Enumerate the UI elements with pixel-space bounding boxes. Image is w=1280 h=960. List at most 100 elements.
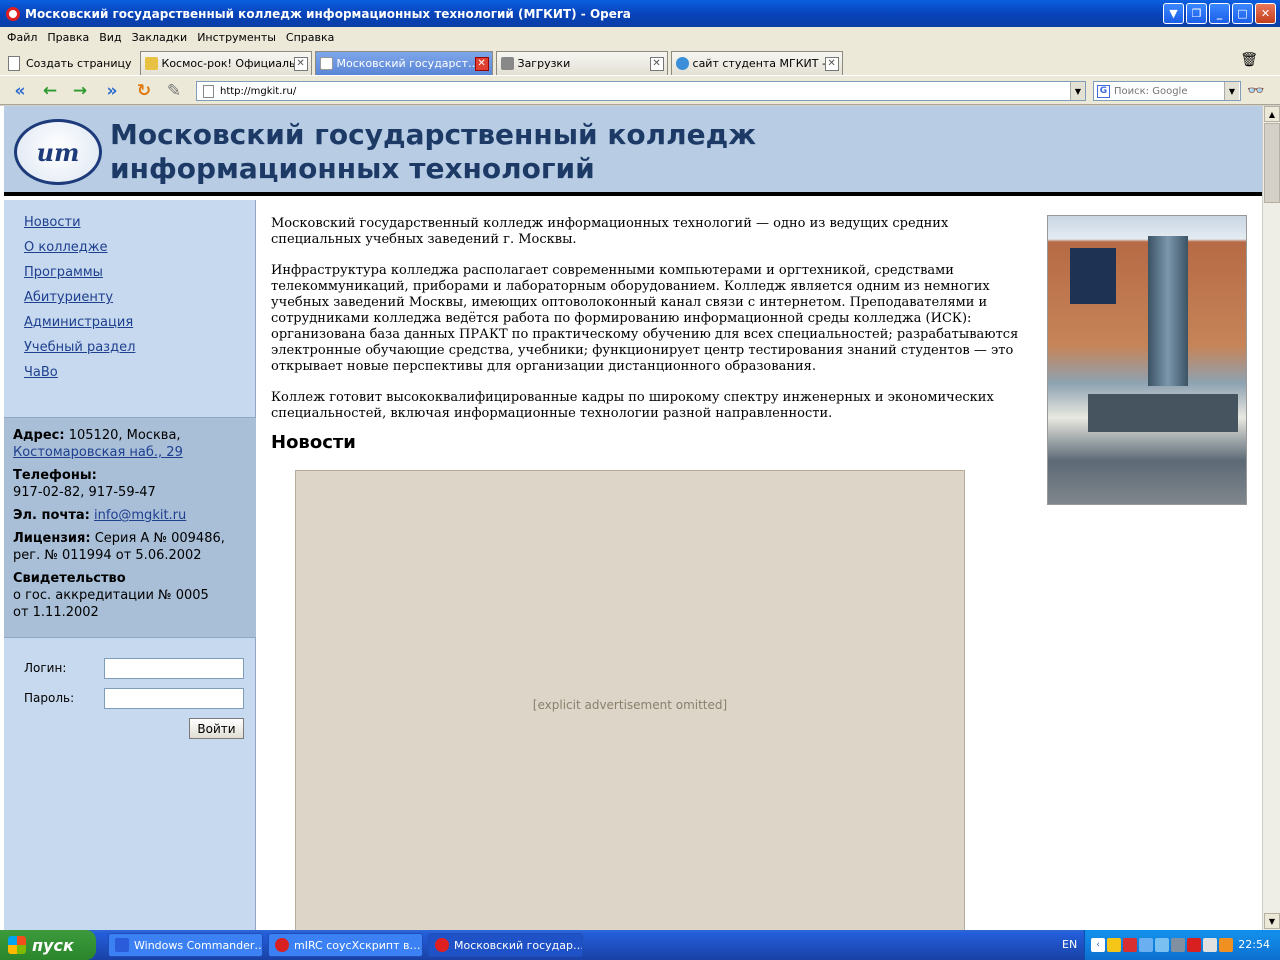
back-icon[interactable]: ← [38, 80, 62, 102]
nav-study-section[interactable]: Учебный раздел [24, 335, 135, 360]
task-opera[interactable]: Московский государ… [428, 933, 583, 957]
tray-app-icon[interactable] [1219, 938, 1233, 952]
glasses-icon[interactable]: 👓 [1247, 83, 1264, 99]
college-logo[interactable]: ит [14, 119, 102, 185]
search-dropdown-icon[interactable]: ▼ [1224, 82, 1239, 100]
main-content: Московский государственный колледж инфор… [271, 216, 1031, 453]
new-page-button[interactable]: Создать страницу [4, 51, 140, 75]
certificate-date: от 1.11.2002 [13, 605, 99, 620]
window-titlebar[interactable]: Московский государственный колледж инфор… [0, 0, 1280, 27]
ati-icon[interactable] [1187, 938, 1201, 952]
maximize-button[interactable]: □ [1232, 3, 1253, 24]
email-link[interactable]: info@mgkit.ru [94, 508, 186, 523]
navigation-bar: « ← → » ↻ ✎ http://mgkit.ru/ ▼ G ▼ 👓 [0, 75, 1280, 105]
nav-faq[interactable]: ЧаВо [24, 360, 135, 385]
google-icon: G [1097, 84, 1110, 98]
certificate-label: Свидетельство [13, 571, 126, 586]
license-label: Лицензия: [13, 531, 91, 546]
task-label: Windows Commander… [134, 938, 263, 952]
address-block: Адрес: 105120, Москва, Костомаровская на… [13, 427, 256, 461]
restore-button[interactable]: ❐ [1186, 3, 1207, 24]
tab-kosmos-rock[interactable]: Космос-рок! Официаль… ✕ [139, 51, 312, 75]
close-button[interactable]: ✕ [1255, 3, 1276, 24]
trash-icon[interactable]: 🗑 [1240, 52, 1258, 68]
tab-downloads[interactable]: Загрузки ✕ [495, 51, 668, 75]
downloads-icon [500, 57, 514, 70]
tab-close-icon[interactable]: ✕ [474, 57, 489, 71]
menu-edit[interactable]: Правка [42, 31, 94, 44]
nav-programs[interactable]: Программы [24, 260, 135, 285]
search-box[interactable]: G ▼ [1093, 81, 1241, 101]
system-tray: ‹ 22:54 [1084, 930, 1280, 960]
address-bar[interactable]: http://mgkit.ru/ ▼ [196, 81, 1086, 101]
page-viewport: ит Московский государственный колледж ин… [0, 106, 1280, 930]
login-button[interactable]: Войти [189, 718, 244, 739]
news-heading: Новости [271, 432, 356, 453]
language-indicator[interactable]: EN [1062, 938, 1077, 951]
scroll-thumb[interactable] [1264, 123, 1280, 203]
address-label: Адрес: [13, 428, 65, 443]
menu-file[interactable]: Файл [2, 31, 42, 44]
tab-close-icon[interactable]: ✕ [824, 57, 839, 71]
sidebar: Новости О колледже Программы Абитуриенту… [4, 200, 256, 930]
tab-close-icon[interactable]: ✕ [293, 57, 308, 71]
address-link[interactable]: Костомаровская наб., 29 [13, 445, 183, 460]
phones-value: 917-02-82, 917-59-47 [13, 485, 156, 500]
menu-view[interactable]: Вид [94, 31, 126, 44]
rewind-icon[interactable]: « [8, 80, 32, 102]
tab-mgkit[interactable]: Московский государст… ✕ [314, 51, 493, 75]
network-icon[interactable] [1155, 938, 1169, 952]
tray-app-icon[interactable] [1203, 938, 1217, 952]
training-paragraph: Коллеж готовит высококвалифицированные к… [271, 390, 994, 421]
tab-bar: Создать страницу Космос-рок! Официаль… ✕… [0, 47, 1280, 75]
network-icon[interactable] [1139, 938, 1153, 952]
menu-bookmarks[interactable]: Закладки [127, 31, 193, 44]
nav-applicants[interactable]: Абитуриенту [24, 285, 135, 310]
tab-label: Московский государст… [336, 57, 479, 70]
nav-about[interactable]: О колледже [24, 235, 135, 260]
login-input[interactable] [104, 658, 244, 679]
nav-news[interactable]: Новости [24, 210, 135, 235]
license-block: Лицензия: Серия А № 009486, рег. № 01199… [13, 530, 256, 564]
college-building-photo [1047, 215, 1247, 505]
phones-block: Телефоны: 917-02-82, 917-59-47 [13, 467, 256, 501]
site-title: Московский государственный колледж инфор… [110, 118, 757, 185]
task-windows-commander[interactable]: Windows Commander… [108, 933, 263, 957]
tray-app-icon[interactable] [1123, 938, 1137, 952]
site-favicon-icon [144, 57, 158, 70]
nav-administration[interactable]: Администрация [24, 310, 135, 335]
vertical-scrollbar[interactable]: ▲ ▼ [1262, 106, 1280, 930]
logo-text: ит [36, 137, 80, 167]
password-input[interactable] [104, 688, 244, 709]
address-dropdown-icon[interactable]: ▼ [1070, 82, 1085, 100]
minimize-button[interactable]: _ [1209, 3, 1230, 24]
tab-close-icon[interactable]: ✕ [649, 57, 664, 71]
speaker-icon[interactable] [1171, 938, 1185, 952]
scroll-up-icon[interactable]: ▲ [1264, 106, 1280, 122]
window-list-button[interactable]: ▼ [1163, 3, 1184, 24]
license-reg: рег. № 011994 от 5.06.2002 [13, 548, 202, 563]
address-url[interactable]: http://mgkit.ru/ [220, 86, 1070, 97]
certificate-block: Свидетельство о гос. аккредитации № 0005… [13, 570, 256, 621]
security-shield-icon[interactable] [1107, 938, 1121, 952]
license-series: Серия А № 009486, [94, 531, 225, 546]
site-header: ит Московский государственный колледж ин… [4, 106, 1262, 196]
forward-icon[interactable]: → [68, 80, 92, 102]
edit-icon[interactable]: ✎ [162, 80, 186, 102]
tab-label: Загрузки [517, 57, 571, 70]
email-label: Эл. почта: [13, 508, 90, 523]
site-nav: Новости О колледже Программы Абитуриенту… [24, 210, 135, 385]
search-input[interactable] [1114, 85, 1224, 97]
page-favicon-icon [319, 57, 333, 70]
task-mirc[interactable]: mIRC соусХскрипт в… [268, 933, 423, 957]
reload-icon[interactable]: ↻ [132, 80, 156, 102]
menu-help[interactable]: Справка [281, 31, 339, 44]
tab-student-site[interactable]: сайт студента МГКИТ -… ✕ [670, 51, 843, 75]
site-favicon-icon [675, 57, 689, 70]
back-arrow-icon[interactable]: ‹ [1091, 938, 1105, 952]
menu-tools[interactable]: Инструменты [192, 31, 281, 44]
building-entrance [1088, 394, 1238, 432]
scroll-down-icon[interactable]: ▼ [1264, 913, 1280, 929]
fast-forward-icon[interactable]: » [100, 80, 124, 102]
start-button[interactable]: пуск [0, 930, 96, 960]
